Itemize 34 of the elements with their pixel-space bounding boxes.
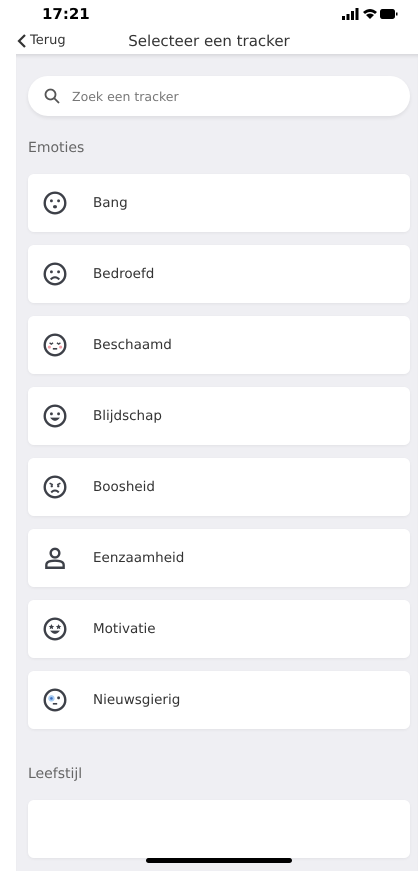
screen-title: Selecteer een tracker	[128, 32, 290, 50]
tracker-label: Motivatie	[93, 621, 156, 637]
tracker-item[interactable]: Beschaamd	[28, 316, 410, 374]
tracker-label: Boosheid	[93, 479, 155, 495]
section-heading: Emoties	[28, 140, 86, 156]
person-icon	[42, 545, 68, 571]
tracker-item[interactable]: Motivatie	[28, 600, 410, 658]
monocle-face-icon	[42, 687, 68, 713]
scared-face-icon	[42, 190, 68, 216]
tracker-label: Eenzaamheid	[93, 550, 184, 566]
tracker-card[interactable]	[28, 800, 410, 858]
status-icons	[342, 6, 398, 21]
tracker-item[interactable]: Nieuwsgierig	[28, 671, 410, 729]
search-icon	[44, 88, 60, 104]
tracker-item[interactable]: Boosheid	[28, 458, 410, 516]
angry-face-icon	[42, 474, 68, 500]
tracker-label: Beschaamd	[93, 337, 172, 353]
section-heading: Leefstijl	[28, 766, 84, 782]
tracker-item[interactable]: Eenzaamheid	[28, 529, 410, 587]
tracker-item[interactable]: Bang	[28, 174, 410, 232]
tracker-label: Nieuwsgierig	[93, 692, 180, 708]
status-time: 17:21	[42, 4, 90, 23]
tracker-item[interactable]: Blijdschap	[28, 387, 410, 445]
blushing-face-icon	[42, 332, 68, 358]
tracker-label: Bedroefd	[93, 266, 154, 282]
tracker-label: Bang	[93, 195, 128, 211]
smiling-face-icon	[42, 403, 68, 429]
star-eyes-face-icon	[42, 616, 68, 642]
sad-face-icon	[42, 261, 68, 287]
back-button[interactable]: Terug	[16, 32, 96, 49]
tracker-item[interactable]: Bedroefd	[28, 245, 410, 303]
tracker-label: Blijdschap	[93, 408, 162, 424]
back-chevron-icon	[16, 32, 28, 49]
search-field[interactable]: Zoek een tracker	[28, 76, 410, 116]
